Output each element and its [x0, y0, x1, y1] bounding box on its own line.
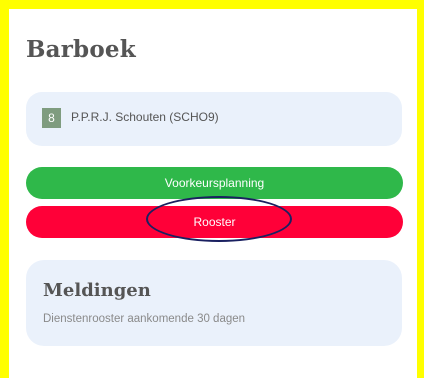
preferences-planning-button[interactable]: Voorkeursplanning — [26, 167, 403, 199]
highlight-frame-left — [0, 0, 9, 378]
notifications-subtitle: Dienstenrooster aankomende 30 dagen — [43, 313, 246, 325]
schedule-button[interactable]: Rooster — [26, 206, 403, 238]
notifications-card: Meldingen Dienstenrooster aankomende 30 … — [26, 260, 402, 346]
notifications-title: Meldingen — [43, 280, 151, 301]
highlight-frame-right — [417, 0, 424, 378]
user-name: P.P.R.J. Schouten (SCHO9) — [71, 110, 219, 124]
page-title: Barboek — [26, 36, 136, 63]
highlight-frame-top — [0, 0, 424, 9]
user-number-badge: 8 — [42, 108, 61, 128]
user-card: 8 P.P.R.J. Schouten (SCHO9) — [26, 92, 402, 146]
